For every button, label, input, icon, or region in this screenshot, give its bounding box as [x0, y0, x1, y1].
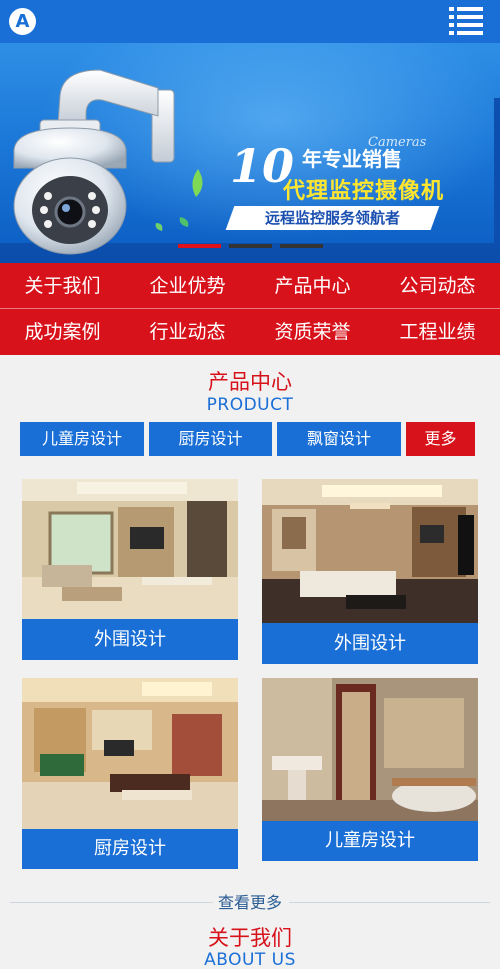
- banner-years-text: 年专业销售: [302, 147, 403, 171]
- tab-kitchen[interactable]: 厨房设计: [149, 422, 272, 456]
- product-caption: 外围设计: [262, 623, 478, 664]
- banner-edge-strip: [494, 98, 500, 248]
- nav-divider: [0, 308, 500, 309]
- product-image: [262, 678, 478, 821]
- product-caption: 厨房设计: [22, 829, 238, 869]
- main-nav: 关于我们 企业优势 产品中心 公司动态 成功案例 行业动态 资质荣誉 工程业绩: [0, 263, 500, 355]
- tab-bay-window[interactable]: 飘窗设计: [277, 422, 401, 456]
- banner-subheadline: 代理监控摄像机: [283, 179, 445, 204]
- nav-item-about[interactable]: 关于我们: [0, 263, 125, 309]
- see-more-link[interactable]: 查看更多: [0, 889, 500, 913]
- a-letter-logo-icon: A: [15, 11, 30, 32]
- banner-tagline: 远程监控服务领航者: [264, 209, 400, 227]
- hamburger-menu-icon: [449, 7, 483, 35]
- hamburger-menu-button[interactable]: [449, 6, 483, 36]
- banner-tagline-box: 远程监控服务领航者: [225, 206, 440, 230]
- living-room-image: [22, 479, 238, 619]
- product-card[interactable]: 外围设计: [22, 479, 238, 660]
- bathroom-image: [262, 678, 478, 821]
- tab-kids-room[interactable]: 儿童房设计: [20, 422, 144, 456]
- products-subtitle: PRODUCT: [206, 395, 294, 415]
- product-card[interactable]: 儿童房设计: [262, 678, 478, 861]
- leaf-decoration: [155, 169, 203, 231]
- living-room-image: [262, 479, 478, 623]
- product-card[interactable]: 厨房设计: [22, 678, 238, 869]
- tab-more[interactable]: 更多: [406, 422, 475, 456]
- product-caption: 儿童房设计: [262, 821, 478, 861]
- living-room-image: [22, 678, 238, 829]
- slider-dot-3[interactable]: [280, 244, 323, 248]
- about-title: 关于我们: [208, 926, 292, 950]
- banner-cameras-script: Cameras: [368, 135, 427, 150]
- site-logo[interactable]: A: [9, 8, 36, 35]
- nav-item-advantages[interactable]: 企业优势: [125, 263, 250, 309]
- product-image: [22, 479, 238, 619]
- product-image: [262, 479, 478, 623]
- nav-item-honors[interactable]: 资质荣誉: [250, 309, 375, 355]
- slider-dot-2[interactable]: [229, 244, 272, 248]
- nav-item-company-news[interactable]: 公司动态: [375, 263, 500, 309]
- nav-item-industry-news[interactable]: 行业动态: [125, 309, 250, 355]
- nav-item-products[interactable]: 产品中心: [250, 263, 375, 309]
- nav-item-projects[interactable]: 工程业绩: [375, 309, 500, 355]
- product-caption: 外围设计: [22, 619, 238, 660]
- nav-item-cases[interactable]: 成功案例: [0, 309, 125, 355]
- top-bar: A: [0, 0, 500, 43]
- hero-banner[interactable]: 10 年专业销售 Cameras 代理监控摄像机 远程监控服务领航者: [0, 43, 500, 263]
- product-card[interactable]: 外围设计: [262, 479, 478, 664]
- products-title: 产品中心: [208, 370, 292, 394]
- about-subtitle: ABOUT US: [204, 950, 296, 969]
- product-image: [22, 678, 238, 829]
- slider-dot-1[interactable]: [178, 244, 221, 248]
